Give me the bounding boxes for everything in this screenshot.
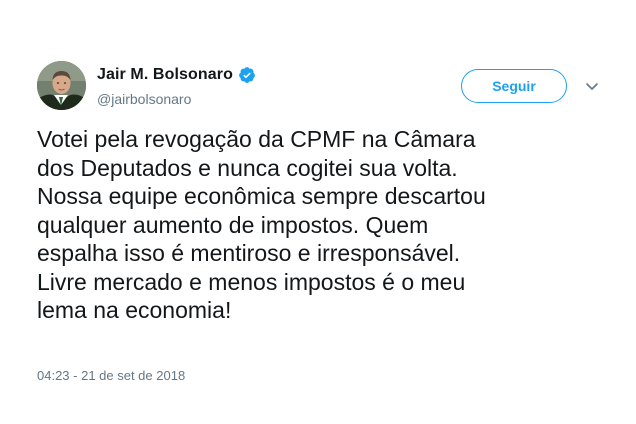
tweet-text: Votei pela revogação da CPMF na Câmara d…	[37, 125, 607, 325]
tweet-text-line: lema na economia!	[37, 297, 232, 323]
tweet-text-line: dos Deputados e nunca cogitei sua volta.	[37, 154, 458, 181]
tweet-text-line: espalha isso é mentiroso e irresponsável…	[37, 240, 461, 266]
tweet-timestamp[interactable]: 04:23 - 21 de set de 2018	[37, 368, 185, 383]
author-name-row[interactable]: Jair M. Bolsonaro	[97, 66, 256, 84]
tweet-text-line: qualquer aumento de impostos. Quem	[37, 211, 429, 238]
author-handle[interactable]: @jairbolsonaro	[97, 91, 191, 107]
tweet-card: Jair M. Bolsonaro @jairbolsonaro Seguir …	[0, 0, 636, 424]
verified-badge-icon	[238, 66, 256, 84]
avatar-photo	[37, 61, 86, 110]
display-name[interactable]: Jair M. Bolsonaro	[97, 66, 233, 84]
follow-button[interactable]: Seguir	[461, 69, 567, 103]
tweet-text-line: Livre mercado e menos impostos é o meu	[37, 268, 466, 295]
avatar[interactable]	[37, 61, 86, 110]
tweet-text-line: Votei pela revogação da CPMF na Câmara	[37, 126, 476, 152]
chevron-down-icon[interactable]	[583, 77, 601, 95]
tweet-text-line: Nossa equipe econômica sempre descartou	[37, 183, 486, 209]
